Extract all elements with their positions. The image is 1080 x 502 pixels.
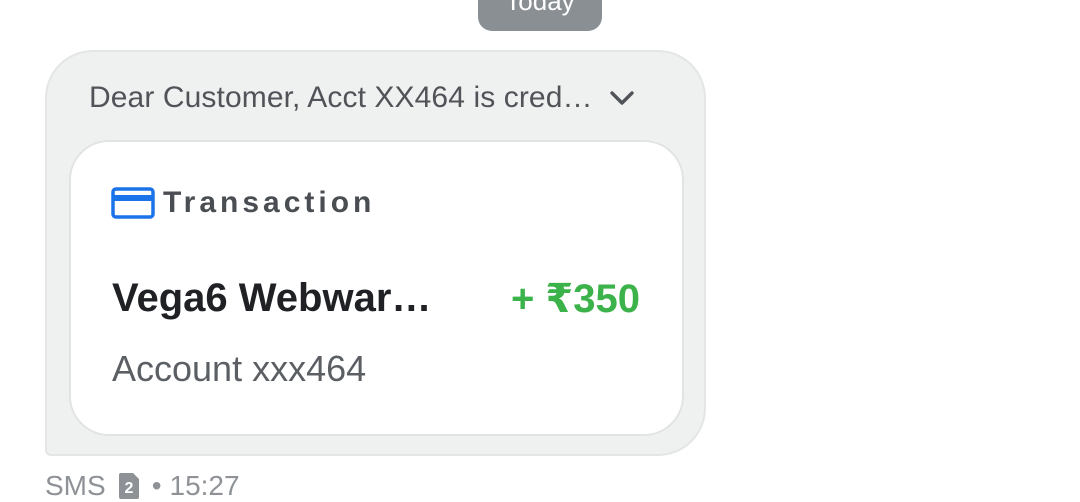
message-meta: SMS 2 • 15:27 bbox=[45, 470, 240, 502]
meta-separator: • bbox=[151, 470, 162, 501]
chevron-down-icon[interactable] bbox=[607, 83, 637, 113]
credit-card-icon bbox=[111, 186, 157, 220]
account-number: Account xxx464 bbox=[112, 348, 367, 389]
message-preview-text: Dear Customer, Acct XX464 is cred… bbox=[89, 81, 593, 114]
transaction-card-header: Transaction bbox=[111, 186, 375, 220]
message-time: 15:27 bbox=[169, 470, 240, 501]
channel-label: SMS bbox=[45, 470, 106, 501]
transaction-label: Transaction bbox=[163, 186, 376, 219]
transaction-card[interactable]: Transaction Vega6 Webwar… + ₹350 Account… bbox=[69, 140, 684, 436]
sim-2-icon: 2 bbox=[116, 471, 142, 501]
message-bubble[interactable]: Dear Customer, Acct XX464 is cred… Trans… bbox=[45, 50, 706, 456]
date-chip: Today bbox=[478, 0, 602, 31]
merchant-name: Vega6 Webwar… bbox=[112, 276, 432, 320]
transaction-amount: + ₹350 bbox=[510, 277, 640, 321]
date-chip-label: Today bbox=[505, 0, 575, 16]
message-preview-row[interactable]: Dear Customer, Acct XX464 is cred… bbox=[89, 76, 666, 120]
